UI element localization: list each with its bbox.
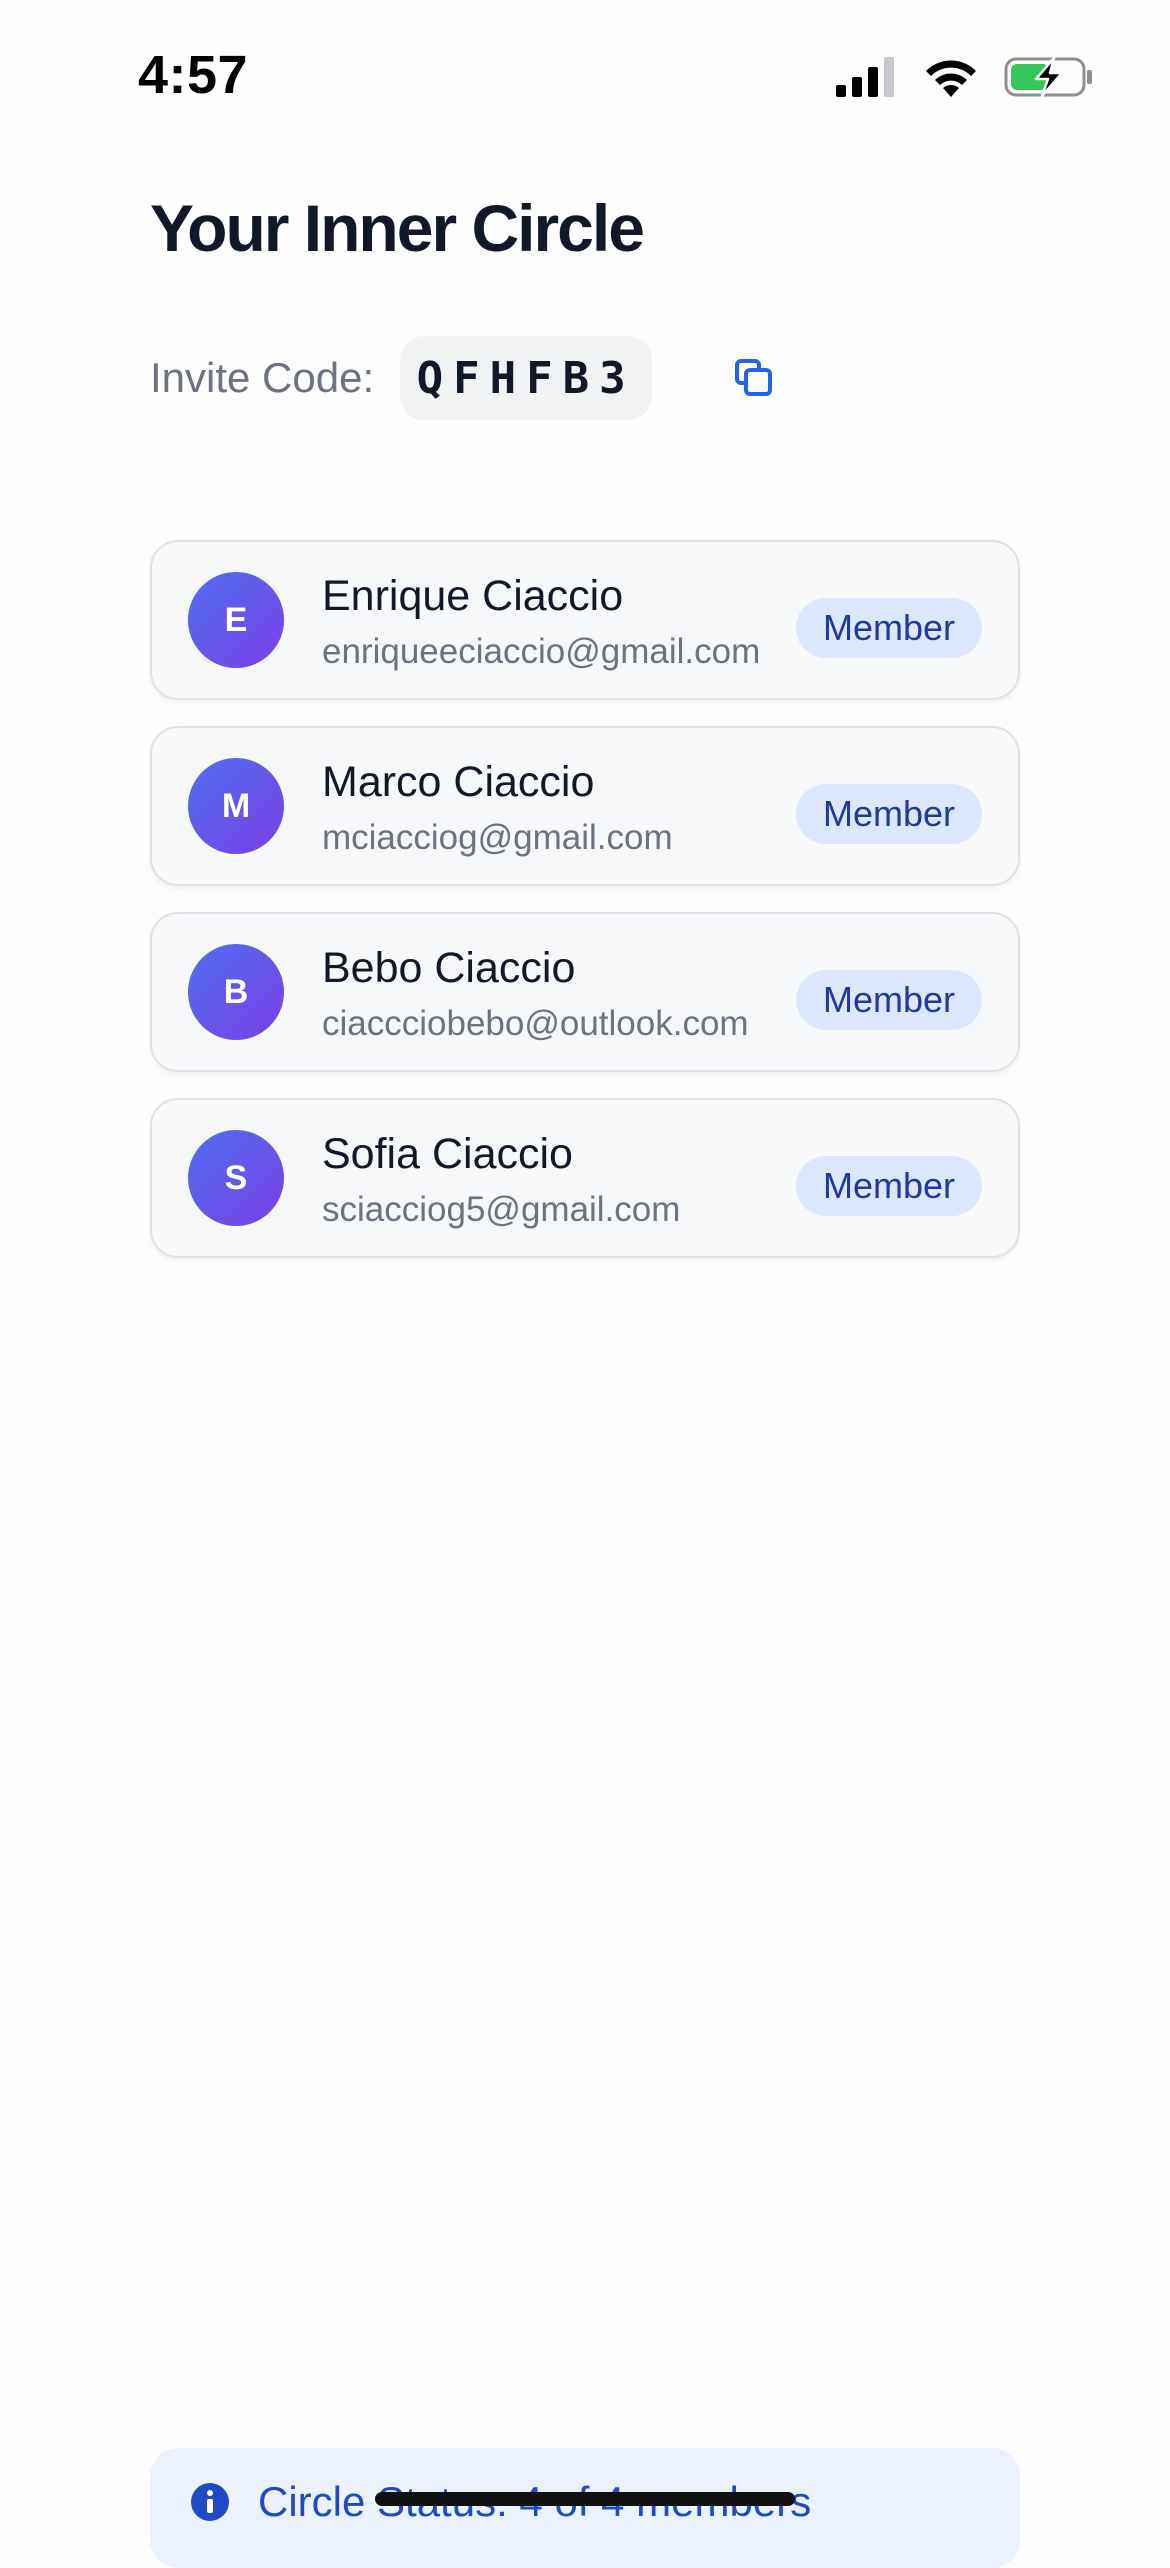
member-name: Sofia Ciaccio bbox=[322, 1130, 573, 1178]
member-name: Marco Ciaccio bbox=[322, 758, 595, 806]
member-email: enriqueeciaccio@gmail.com bbox=[322, 632, 761, 671]
battery-charging-icon bbox=[1004, 56, 1092, 98]
status-bar: 4:57 bbox=[0, 0, 1170, 150]
role-badge: Member bbox=[796, 1156, 982, 1216]
info-icon bbox=[191, 2483, 229, 2521]
copy-icon bbox=[735, 359, 772, 396]
avatar: E bbox=[188, 572, 284, 668]
copy-invite-code-button[interactable] bbox=[726, 350, 782, 406]
member-email: ciaccciobebo@outlook.com bbox=[322, 1004, 749, 1043]
member-name: Enrique Ciaccio bbox=[322, 572, 624, 620]
avatar: S bbox=[188, 1130, 284, 1226]
wifi-icon bbox=[926, 60, 976, 97]
role-badge: Member bbox=[796, 598, 982, 658]
member-card[interactable]: M Marco Ciaccio mciacciog@gmail.com Memb… bbox=[150, 726, 1020, 886]
status-icons bbox=[834, 52, 1094, 102]
page-title: Your Inner Circle bbox=[150, 191, 645, 265]
signal-icon bbox=[836, 57, 894, 97]
avatar: M bbox=[188, 758, 284, 854]
avatar: B bbox=[188, 944, 284, 1040]
member-email: mciacciog@gmail.com bbox=[322, 818, 673, 857]
member-card[interactable]: S Sofia Ciaccio sciacciog5@gmail.com Mem… bbox=[150, 1098, 1020, 1258]
home-indicator[interactable] bbox=[375, 2492, 795, 2506]
member-list: E Enrique Ciaccio enriqueeciaccio@gmail.… bbox=[150, 540, 1020, 1284]
member-email: sciacciog5@gmail.com bbox=[322, 1190, 681, 1229]
invite-code-row: Invite Code: QFHFB3 bbox=[150, 336, 653, 420]
role-badge: Member bbox=[796, 784, 982, 844]
invite-code-label: Invite Code: bbox=[150, 354, 375, 401]
member-card[interactable]: E Enrique Ciaccio enriqueeciaccio@gmail.… bbox=[150, 540, 1020, 700]
invite-code-value[interactable]: QFHFB3 bbox=[400, 336, 653, 420]
role-badge: Member bbox=[796, 970, 982, 1030]
member-card[interactable]: B Bebo Ciaccio ciaccciobebo@outlook.com … bbox=[150, 912, 1020, 1072]
circle-status-panel: Circle Status: 4 of 4 members bbox=[150, 2448, 1020, 2568]
member-name: Bebo Ciaccio bbox=[322, 944, 576, 992]
status-time: 4:57 bbox=[138, 45, 249, 105]
